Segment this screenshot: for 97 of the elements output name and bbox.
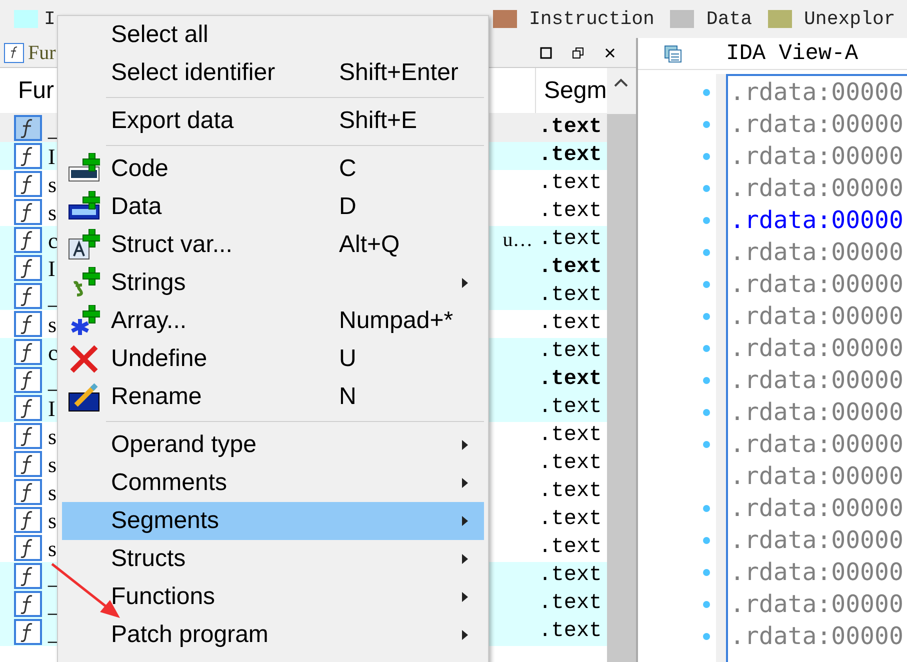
segment-cell-text: .text (538, 479, 603, 506)
menu-item[interactable]: Comments (62, 464, 484, 502)
function-name: s (48, 422, 57, 450)
menu-item[interactable]: Rename N (62, 378, 484, 416)
asterisk-plus-icon (68, 305, 100, 337)
function-icon (14, 591, 42, 617)
function-icon (14, 255, 42, 281)
segment-cell-text: .text (538, 199, 603, 226)
menu-item[interactable]: Operand type (62, 426, 484, 464)
segment-cell-text: .text (538, 339, 603, 366)
function-name: s (48, 534, 57, 562)
code-line: .rdata:00000 (729, 205, 904, 236)
function-name: s (48, 450, 57, 478)
menu-item[interactable]: Code C (62, 150, 484, 188)
shortcut-label: Shift+E (339, 106, 418, 136)
function-name: c (48, 226, 58, 254)
segment-cell-text: .text (538, 115, 603, 142)
segment-cell-text: .text (538, 423, 603, 450)
function-name: u… (502, 228, 533, 253)
shortcut-label: Numpad+* (339, 306, 454, 336)
code-line: .rdata:00000 (729, 173, 904, 204)
menu-item[interactable]: Struct var... Alt+Q (62, 226, 484, 264)
function-icon (14, 367, 42, 393)
shortcut-label: Alt+Q (339, 230, 400, 260)
segment-cell-text: .text (538, 563, 603, 590)
shortcut-label: U (339, 344, 356, 374)
code-line: .rdata:00000 (729, 461, 904, 492)
segment-cell-text: .text (538, 255, 603, 282)
code-line: .rdata:00000 (729, 589, 904, 620)
code-line: .rdata:00000 (729, 109, 904, 140)
code-line: .rdata:00000 (729, 429, 904, 460)
segment-cell-text: .text (538, 591, 603, 618)
menu-item[interactable]: Structs (62, 540, 484, 578)
tab-title[interactable]: IDA View-A (726, 37, 858, 70)
function-name: I (48, 394, 56, 422)
maximize-icon[interactable] (540, 46, 552, 58)
function-name: s (48, 170, 57, 198)
code-line: .rdata:00000 (729, 621, 904, 652)
segment-cell-text: .text (538, 619, 603, 646)
segment-cell-text: .text (538, 395, 603, 422)
code-line: .rdata:00000 (729, 557, 904, 588)
function-name: c (48, 338, 58, 366)
legend-label: Instruction (529, 6, 654, 32)
code-line: .rdata:00000 (729, 365, 904, 396)
shortcut-label: C (339, 154, 356, 184)
menu-item[interactable]: Export data Shift+E (62, 102, 484, 140)
code-line: .rdata:00000 (729, 141, 904, 172)
shortcut-label: N (339, 382, 356, 412)
pencil-icon (68, 381, 100, 413)
menu-item[interactable]: Strings (62, 264, 484, 302)
cross-icon (68, 343, 100, 375)
segment-cell-text: .text (538, 227, 603, 254)
shortcut-label: Shift+Enter (339, 58, 458, 88)
code-line: .rdata:00000 (729, 333, 904, 364)
function-name: s (48, 198, 57, 226)
code-line: .rdata:00000 (729, 525, 904, 556)
segment-cell-text: .text (538, 367, 603, 394)
segment-cell-text: .text (538, 311, 603, 338)
menu-item[interactable]: Functions (62, 578, 484, 616)
function-icon (14, 115, 42, 141)
code-line: .rdata:00000 (729, 269, 904, 300)
segment-cell-text: .text (538, 143, 603, 170)
menu-item[interactable]: Select identifier Shift+Enter (62, 54, 484, 92)
function-name: s (48, 506, 57, 534)
code-line: .rdata:00000 (729, 77, 904, 108)
segment-cell-text: .text (538, 451, 603, 478)
menu-item[interactable]: Patch program (62, 616, 484, 654)
function-name: s (48, 478, 57, 506)
segment-cell-text: .text (538, 283, 603, 310)
menu-item[interactable]: Array... Numpad+* (62, 302, 484, 340)
segment-cell-text: .text (538, 171, 603, 198)
legend-label: Data (706, 6, 752, 32)
legend-label: Unexplor (804, 6, 896, 32)
code-line: .rdata:00000 (729, 493, 904, 524)
menu-item[interactable]: Select all (62, 16, 484, 54)
struct-plus-icon (68, 229, 100, 261)
shortcut-label: D (339, 192, 356, 222)
function-name: s (48, 310, 57, 338)
function-name: I (48, 254, 56, 282)
menu-item[interactable]: Data D (62, 188, 484, 226)
function-name: I (48, 142, 56, 170)
legend-label: I (44, 6, 56, 32)
document-icon (664, 44, 682, 62)
chevron-up-icon[interactable] (614, 78, 628, 88)
code-line: .rdata:00000 (729, 397, 904, 428)
menu-item[interactable]: Segments (62, 502, 484, 540)
panel-title: Fur (28, 40, 56, 66)
close-icon[interactable] (604, 46, 616, 58)
menu-item[interactable]: Undefine U (62, 340, 484, 378)
code-line: .rdata:00000 (729, 237, 904, 268)
segment-cell-text: .text (538, 535, 603, 562)
function-icon (14, 619, 42, 645)
function-icon (4, 42, 24, 62)
restore-icon[interactable] (572, 46, 584, 58)
scrollbar[interactable] (606, 68, 636, 662)
code-line: .rdata:00000 (729, 301, 904, 332)
segment-cell-text: .text (538, 507, 603, 534)
